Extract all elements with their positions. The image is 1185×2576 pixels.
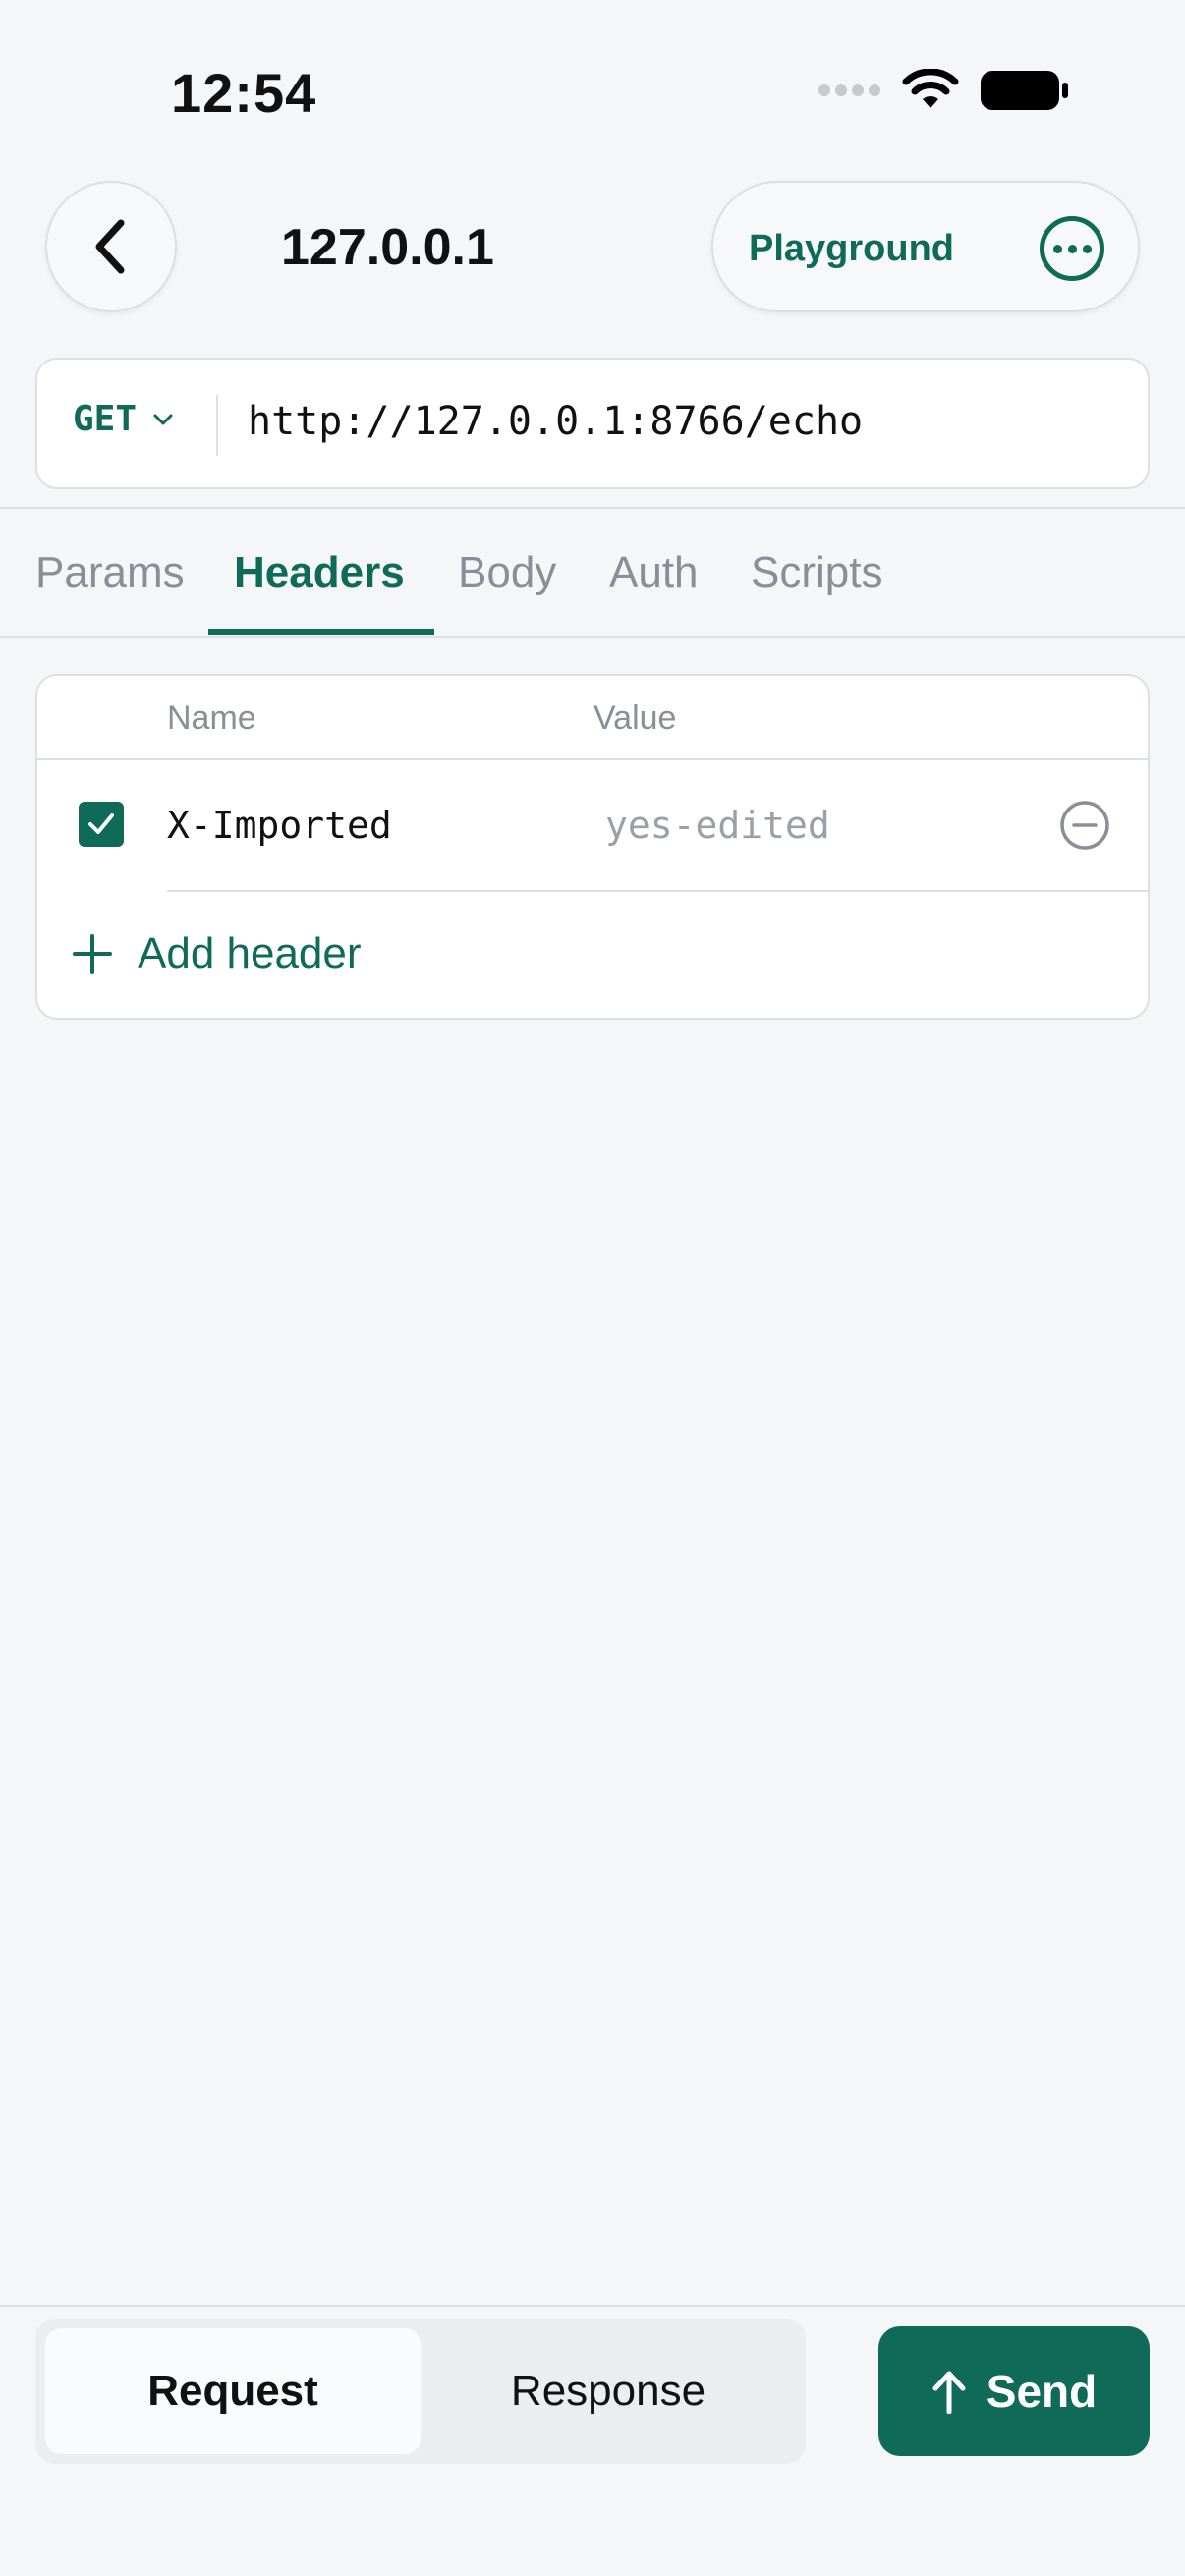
header-enabled-checkbox[interactable] <box>79 802 124 847</box>
checkmark-icon <box>88 813 114 834</box>
request-tabs: Params Headers Body Auth Scripts <box>0 509 1185 637</box>
url-bar: GET http://127.0.0.1:8766/echo <box>35 358 1150 489</box>
method-dropdown[interactable]: GET <box>73 399 174 439</box>
plus-icon <box>73 934 112 974</box>
header-value-field[interactable]: yes-edited <box>605 804 830 847</box>
header-name-field[interactable]: X-Imported <box>167 804 392 847</box>
divider <box>0 636 1185 638</box>
segment-request[interactable]: Request <box>45 2328 421 2454</box>
url-divider <box>216 395 218 456</box>
nav-header: 127.0.0.1 Playground <box>0 177 1185 314</box>
more-options-button[interactable] <box>1040 216 1104 281</box>
battery-icon <box>981 71 1068 110</box>
playground-pill[interactable]: Playground <box>711 181 1140 312</box>
url-input[interactable]: http://127.0.0.1:8766/echo <box>248 399 863 444</box>
status-icons <box>818 69 1069 112</box>
divider <box>0 2305 1185 2307</box>
wifi-icon <box>902 69 959 108</box>
back-button[interactable] <box>45 181 177 312</box>
method-label: GET <box>73 399 138 439</box>
send-label: Send <box>986 2366 1098 2417</box>
cellular-signal-icon <box>818 84 880 96</box>
ellipsis-icon <box>1052 244 1062 253</box>
divider <box>167 890 1148 892</box>
column-header-name: Name <box>167 700 256 737</box>
tab-scripts[interactable]: Scripts <box>751 548 882 597</box>
request-response-toggle: Request Response <box>35 2319 806 2464</box>
tab-headers[interactable]: Headers <box>234 548 405 597</box>
send-button[interactable]: Send <box>878 2326 1150 2456</box>
active-tab-indicator <box>208 629 434 635</box>
chevron-left-icon <box>95 219 125 274</box>
tab-auth[interactable]: Auth <box>609 548 699 597</box>
page-title: 127.0.0.1 <box>281 219 494 276</box>
add-header-button[interactable]: Add header <box>73 929 362 979</box>
tab-params[interactable]: Params <box>35 548 185 597</box>
divider <box>37 758 1148 760</box>
tab-body[interactable]: Body <box>458 548 556 597</box>
arrow-up-icon <box>932 2371 966 2414</box>
remove-circle-icon[interactable] <box>1059 800 1110 851</box>
status-time: 12:54 <box>171 62 317 124</box>
headers-table: Name Value X-Imported yes-edited Add hea… <box>35 674 1150 1020</box>
column-header-value: Value <box>593 700 677 737</box>
status-bar: 12:54 <box>0 0 1185 177</box>
playground-label[interactable]: Playground <box>749 228 954 270</box>
chevron-down-icon <box>153 414 173 424</box>
add-header-label: Add header <box>138 929 362 978</box>
segment-response[interactable]: Response <box>421 2328 796 2454</box>
